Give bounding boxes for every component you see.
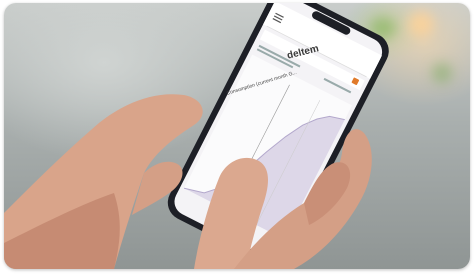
photo-background: deltem Consumption (current month G... [4,3,470,269]
photo-scene [4,3,389,269]
